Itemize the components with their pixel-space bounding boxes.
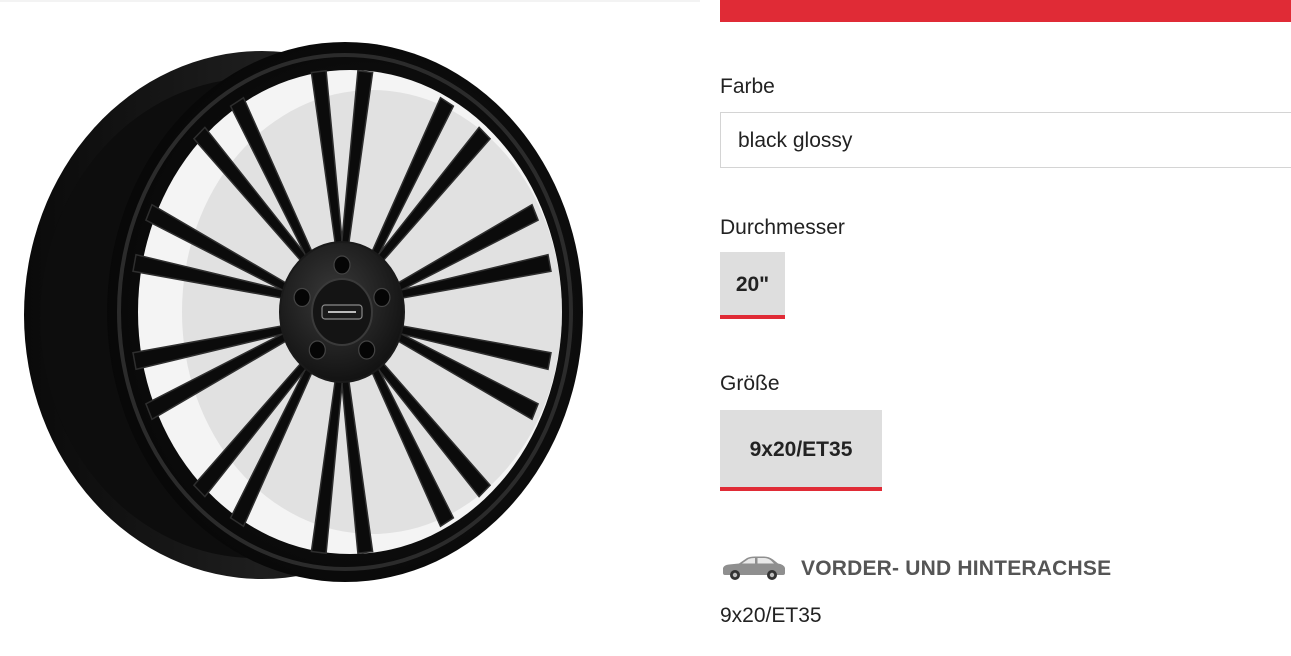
color-select-value: black glossy xyxy=(738,129,853,152)
diameter-label: Durchmesser xyxy=(720,216,845,239)
lug-hole xyxy=(373,287,391,308)
product-image xyxy=(0,0,700,656)
options-panel: Farbe black glossy Durchmesser 20" Größe… xyxy=(720,0,1291,656)
size-label: Größe xyxy=(720,372,780,395)
car-icon xyxy=(723,556,785,580)
color-label: Farbe xyxy=(720,75,775,98)
lug-hole xyxy=(358,340,376,360)
diameter-option-button[interactable]: 20" xyxy=(720,252,785,319)
lug-hole xyxy=(308,340,326,360)
accent-bar xyxy=(720,0,1291,22)
color-select[interactable]: black glossy xyxy=(720,112,1291,168)
size-option-button[interactable]: 9x20/ET35 xyxy=(720,410,882,491)
axle-title: VORDER- UND HINTERACHSE xyxy=(801,557,1112,580)
lug-hole xyxy=(293,287,311,308)
axle-size-value: 9x20/ET35 xyxy=(720,604,822,627)
lug-hole xyxy=(333,255,351,275)
wheel-rim-image xyxy=(24,42,583,582)
product-configurator: Farbe black glossy Durchmesser 20" Größe… xyxy=(0,0,1291,656)
